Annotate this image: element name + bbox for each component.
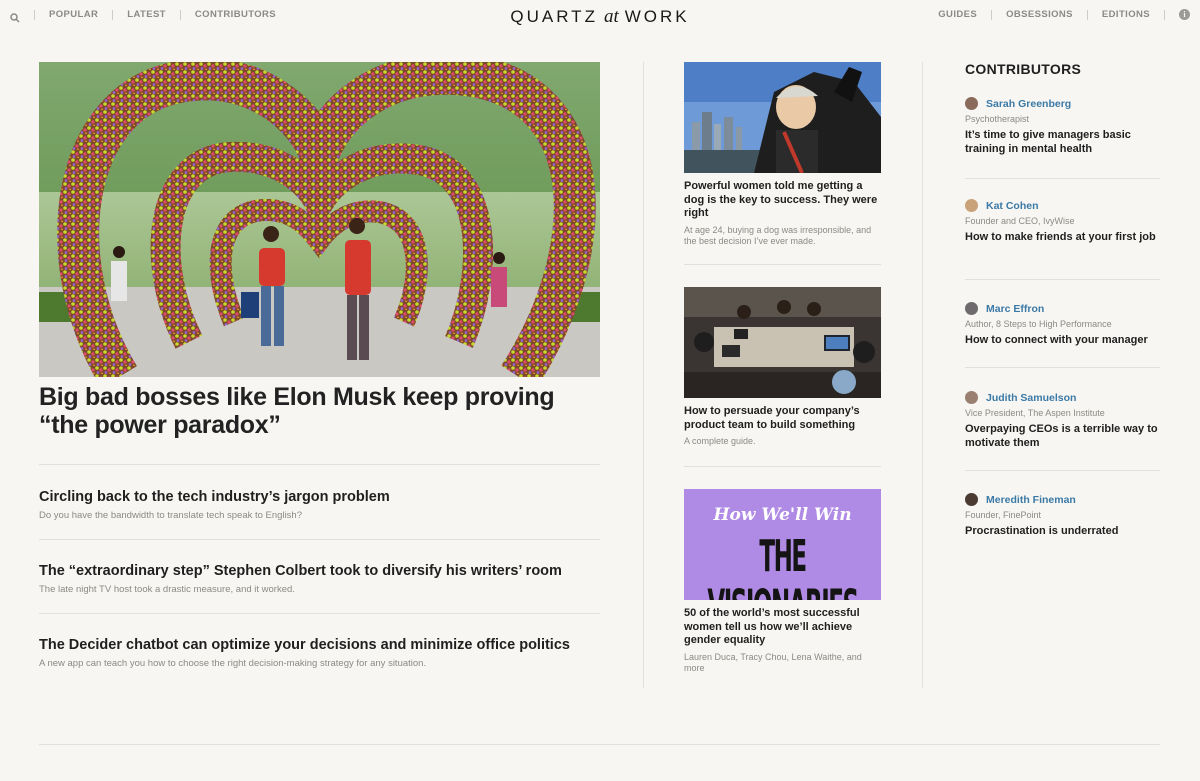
nav-divider — [991, 9, 993, 20]
nav-right: GUIDES OBSESSIONS EDITIONS i — [938, 9, 1190, 20]
contributor-byline: Sarah Greenberg — [965, 97, 1160, 110]
contributor-role: Founder, FinePoint — [965, 510, 1042, 520]
contributor-byline: Meredith Fineman — [965, 493, 1160, 506]
feature-thumbnail[interactable] — [684, 62, 881, 173]
divider — [965, 470, 1160, 471]
contributor-article-title[interactable]: How to make friends at your first job — [965, 231, 1160, 245]
story-item[interactable]: The Decider chatbot can optimize your de… — [39, 636, 600, 669]
contributor-article-title[interactable]: How to connect with your manager — [965, 334, 1160, 348]
nav-guides[interactable]: GUIDES — [938, 9, 977, 20]
feature-thumbnail[interactable] — [684, 287, 881, 398]
contributor-item[interactable]: Meredith Fineman Founder, FinePoint Proc… — [965, 493, 1160, 539]
info-icon[interactable]: i — [1179, 9, 1190, 20]
story-description: Do you have the bandwidth to translate t… — [39, 510, 303, 521]
feature-description: Lauren Duca, Tracy Chou, Lena Waithe, an… — [684, 651, 862, 673]
feature-card[interactable]: Powerful women told me getting a dog is … — [684, 62, 881, 247]
feature-thumbnail[interactable]: How We'll Win THE VISIONARIES — [684, 489, 881, 600]
feature-title[interactable]: Powerful women told me getting a dog is … — [684, 180, 881, 221]
avatar — [965, 302, 978, 315]
feature-description: At age 24, buying a dog was irresponsibl… — [684, 224, 872, 246]
contributor-item[interactable]: Marc Effron Author, 8 Steps to High Perf… — [965, 302, 1160, 348]
divider — [965, 279, 1160, 280]
nav-editions[interactable]: EDITIONS — [1102, 9, 1150, 20]
divider — [965, 367, 1160, 368]
contributor-article-title[interactable]: It’s time to give managers basic trainin… — [965, 129, 1160, 156]
logo-at: at — [603, 6, 619, 27]
feature-title[interactable]: How to persuade your company’s product t… — [684, 405, 881, 432]
hero-image[interactable] — [39, 62, 600, 377]
contributor-role: Vice President, The Aspen Institute — [965, 408, 1105, 418]
avatar — [965, 391, 978, 404]
feature-card[interactable]: How to persuade your company’s product t… — [684, 287, 881, 447]
contributor-item[interactable]: Sarah Greenberg Psychotherapist It’s tim… — [965, 97, 1160, 156]
contributor-article-title[interactable]: Overpaying CEOs is a terrible way to mot… — [965, 423, 1160, 450]
divider — [684, 466, 881, 467]
logo-quartz: QUARTZ — [510, 7, 598, 26]
contributor-item[interactable]: Judith Samuelson Vice President, The Asp… — [965, 391, 1160, 450]
story-description: A new app can teach you how to choose th… — [39, 658, 427, 669]
nav-divider — [1164, 9, 1165, 20]
contributor-role: Author, 8 Steps to High Performance — [965, 319, 1112, 329]
avatar — [965, 493, 978, 506]
contributor-item[interactable]: Kat Cohen Founder and CEO, IvyWise How t… — [965, 199, 1160, 245]
story-description: The late night TV host took a drastic me… — [39, 584, 295, 595]
contributor-role: Founder and CEO, IvyWise — [965, 216, 1075, 226]
story-item[interactable]: Circling back to the tech industry’s jar… — [39, 488, 600, 521]
contributor-name[interactable]: Judith Samuelson — [986, 392, 1076, 404]
divider — [684, 264, 881, 265]
column-divider — [643, 62, 644, 688]
story-title[interactable]: The “extraordinary step” Stephen Colbert… — [39, 562, 600, 580]
contributor-role: Psychotherapist — [965, 114, 1030, 124]
contributor-name[interactable]: Kat Cohen — [986, 200, 1039, 212]
divider — [39, 613, 600, 614]
feature-description: A complete guide. — [684, 436, 756, 446]
art-block-text: THE VISIONARIES — [707, 533, 859, 600]
contributor-name[interactable]: Marc Effron — [986, 303, 1044, 315]
avatar — [965, 199, 978, 212]
contributors-heading: CONTRIBUTORS — [965, 61, 1082, 77]
top-nav: POPULAR LATEST CONTRIBUTORS QUARTZ at WORK… — [0, 0, 1200, 30]
contributor-byline: Judith Samuelson — [965, 391, 1160, 404]
divider — [39, 539, 600, 540]
contributor-name[interactable]: Meredith Fineman — [986, 494, 1076, 506]
feature-card[interactable]: How We'll Win THE VISIONARIES 50 of the … — [684, 489, 881, 674]
divider — [965, 178, 1160, 179]
divider — [39, 464, 600, 465]
footer-divider — [39, 744, 1160, 745]
contributor-byline: Kat Cohen — [965, 199, 1160, 212]
story-title[interactable]: The Decider chatbot can optimize your de… — [39, 636, 600, 654]
nav-divider — [1086, 9, 1088, 20]
avatar — [965, 97, 978, 110]
story-item[interactable]: The “extraordinary step” Stephen Colbert… — [39, 562, 600, 595]
feature-title[interactable]: 50 of the world’s most successful women … — [684, 607, 881, 648]
story-title[interactable]: Circling back to the tech industry’s jar… — [39, 488, 600, 506]
nav-obsessions[interactable]: OBSESSIONS — [1006, 9, 1073, 20]
art-script-text: How We'll Win — [713, 505, 852, 525]
contributor-byline: Marc Effron — [965, 302, 1160, 315]
contributor-article-title[interactable]: Procrastination is underrated — [965, 525, 1160, 539]
contributor-name[interactable]: Sarah Greenberg — [986, 98, 1071, 110]
hero-headline[interactable]: Big bad bosses like Elon Musk keep provi… — [39, 383, 600, 439]
column-divider — [922, 62, 923, 688]
logo-work: WORK — [624, 7, 690, 26]
